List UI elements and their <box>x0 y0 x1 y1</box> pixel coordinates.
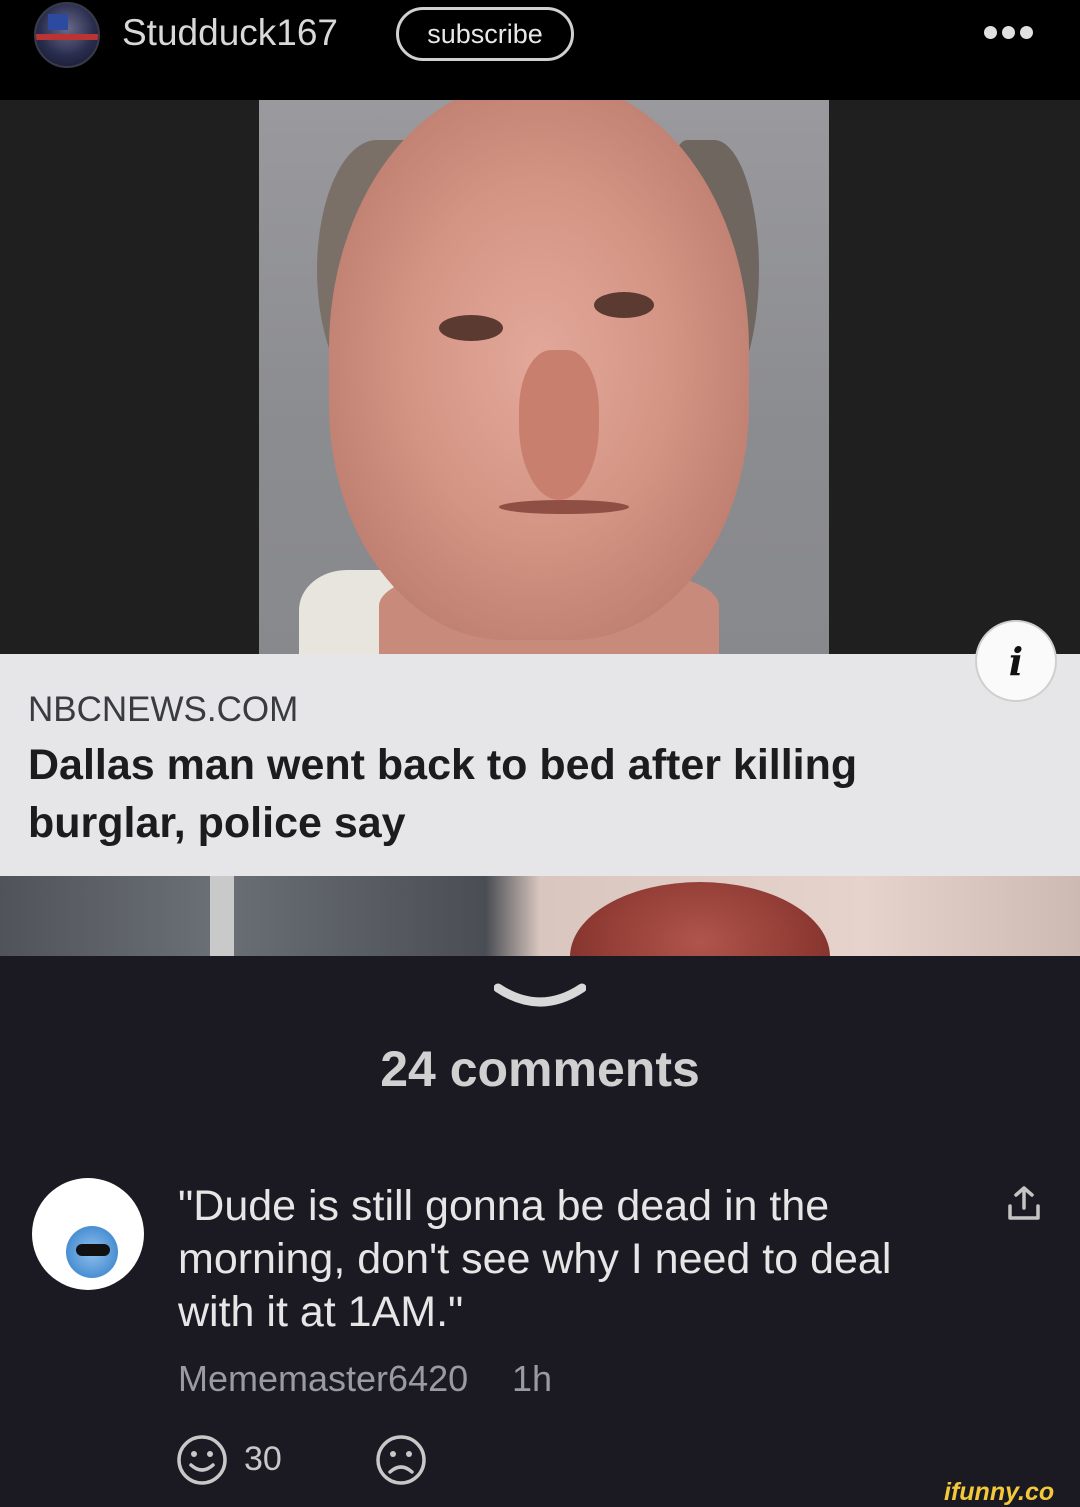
info-icon: i <box>975 620 1057 702</box>
comments-count: 24 comments <box>380 1041 700 1097</box>
avatar-flag-canton <box>48 14 68 30</box>
commenter-avatar[interactable] <box>32 1178 144 1290</box>
post-image[interactable]: NBCNEWS.COM Dallas man went back to bed … <box>0 100 1080 956</box>
smile-icon[interactable] <box>176 1434 228 1486</box>
share-icon[interactable] <box>1004 1184 1044 1224</box>
link-source: NBCNEWS.COM <box>28 690 299 729</box>
subscribe-button[interactable]: subscribe <box>396 7 574 61</box>
chevron-down-icon[interactable] <box>494 982 586 1012</box>
mugshot-photo <box>259 100 829 654</box>
comment-time: 1h <box>512 1358 553 1399</box>
link-headline: Dallas man went back to bed after killin… <box>28 741 858 847</box>
frown-icon[interactable] <box>375 1434 427 1486</box>
avatar-sunglasses <box>76 1244 110 1256</box>
next-image-strip <box>0 876 1080 956</box>
more-dots-icon[interactable] <box>984 26 1033 39</box>
comment-author[interactable]: Mememaster6420 <box>178 1358 468 1400</box>
top-bar: Studduck167 subscribe <box>0 0 1080 100</box>
author-avatar[interactable] <box>34 2 100 68</box>
avatar-flag-stripe <box>36 34 98 40</box>
ifunny-watermark: ifunny.co <box>944 1478 1055 1506</box>
comment-text: "Dude is still gonna be dead in the morn… <box>178 1182 892 1336</box>
author-username[interactable]: Studduck167 <box>122 12 338 54</box>
like-count: 30 <box>244 1440 282 1478</box>
